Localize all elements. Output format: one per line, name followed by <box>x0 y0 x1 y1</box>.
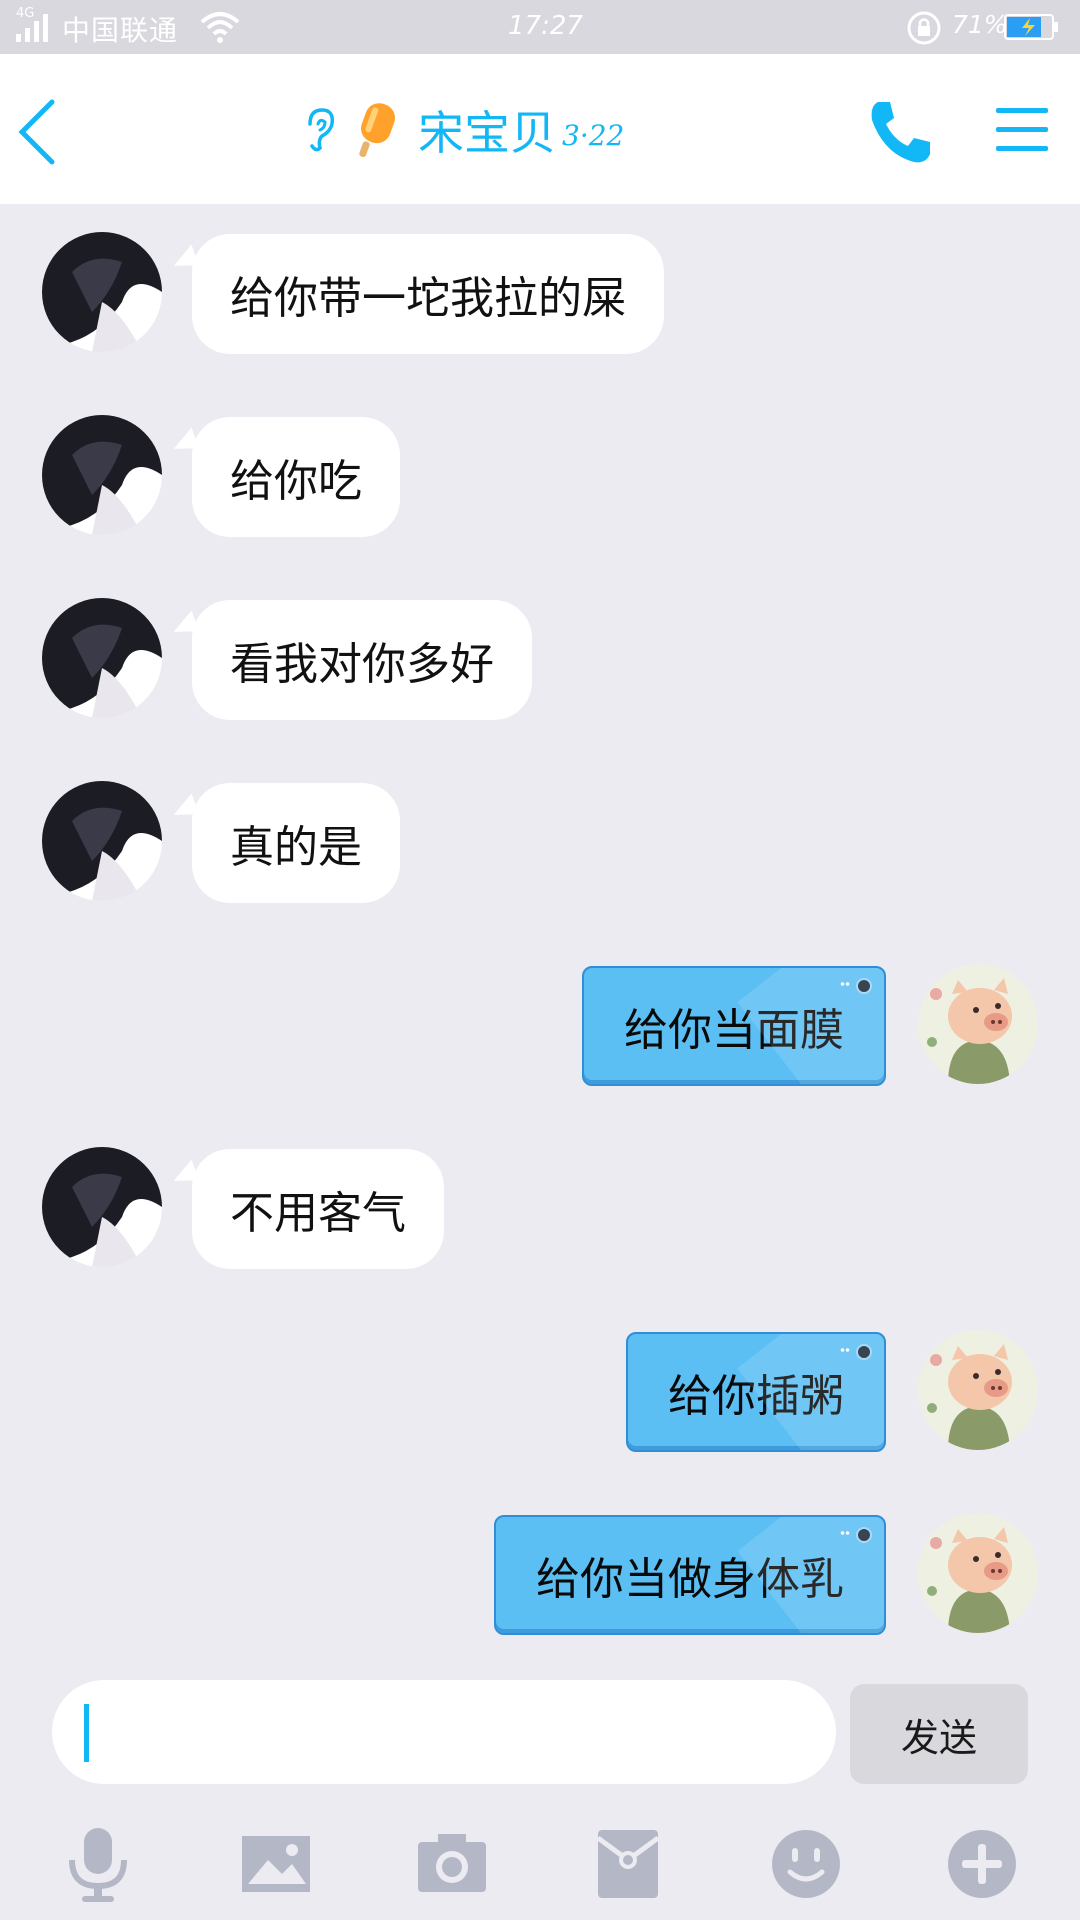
message-row: 给你当面膜 <box>0 964 1080 1088</box>
bubble-decoration <box>840 1531 850 1535</box>
contact-avatar[interactable] <box>42 781 162 901</box>
text-caret <box>84 1704 89 1762</box>
incoming-bubble[interactable]: 不用客气 <box>192 1149 444 1269</box>
contact-title[interactable]: 宋宝贝 3·22 <box>300 94 720 166</box>
message-list[interactable]: 给你带一坨我拉的屎 给你吃 看我对你多好 真的是 给你当面膜 不用客气 给你插粥… <box>0 204 1080 1664</box>
contact-avatar[interactable] <box>42 598 162 718</box>
phone-icon[interactable] <box>864 96 936 168</box>
bubble-decoration <box>840 982 850 986</box>
message-row: 给你插粥 <box>0 1330 1080 1454</box>
contact-tag: 3·22 <box>562 118 625 152</box>
bubble-decoration <box>856 1344 872 1360</box>
contact-name: 宋宝贝 <box>418 106 556 160</box>
carrier-name: 中国联通 <box>62 14 179 47</box>
incoming-bubble[interactable]: 给你吃 <box>192 417 400 537</box>
wifi-icon <box>200 12 240 43</box>
message-text: 给你插粥 <box>668 1371 844 1422</box>
bubble-decoration <box>856 978 872 994</box>
message-row: 真的是 <box>0 781 1080 905</box>
bubble-decoration <box>856 1527 872 1543</box>
send-button[interactable]: 发送 <box>850 1684 1028 1784</box>
emoji-icon[interactable] <box>766 1824 846 1904</box>
clock-time: 17:27 <box>508 11 583 41</box>
network-type: 4G <box>16 6 35 21</box>
ear-icon <box>308 108 335 152</box>
message-row: 给你吃 <box>0 415 1080 539</box>
message-row: 看我对你多好 <box>0 598 1080 722</box>
hamburger-menu-icon[interactable] <box>994 102 1050 158</box>
message-text: 给你当做身体乳 <box>536 1554 844 1605</box>
outgoing-bubble[interactable]: 给你当做身体乳 <box>494 1515 886 1635</box>
bubble-decoration <box>840 1348 850 1352</box>
input-area: 发送 <box>0 1664 1080 1920</box>
incoming-bubble[interactable]: 看我对你多好 <box>192 600 532 720</box>
chat-header: 宋宝贝 3·22 <box>0 54 1080 204</box>
self-avatar[interactable] <box>918 1513 1038 1633</box>
contact-avatar[interactable] <box>42 1147 162 1267</box>
outgoing-bubble[interactable]: 给你插粥 <box>626 1332 886 1452</box>
battery-percent: 71% <box>952 10 1008 39</box>
message-text: 给你当面膜 <box>624 1005 844 1056</box>
popsicle-icon <box>359 103 396 158</box>
message-row: 给你带一坨我拉的屎 <box>0 232 1080 356</box>
microphone-icon[interactable] <box>58 1824 138 1904</box>
self-avatar[interactable] <box>918 964 1038 1084</box>
image-icon[interactable] <box>236 1824 316 1904</box>
battery-charging-icon <box>1004 14 1058 40</box>
camera-icon[interactable] <box>412 1824 492 1904</box>
message-row: 不用客气 <box>0 1147 1080 1271</box>
rotation-lock-icon <box>907 11 941 45</box>
incoming-bubble[interactable]: 给你带一坨我拉的屎 <box>192 234 664 354</box>
outgoing-bubble[interactable]: 给你当面膜 <box>582 966 886 1086</box>
red-packet-icon[interactable] <box>588 1824 668 1904</box>
contact-avatar[interactable] <box>42 415 162 535</box>
input-toolbar <box>0 1814 1080 1920</box>
chevron-left-icon[interactable] <box>14 98 60 166</box>
plus-icon[interactable] <box>942 1824 1022 1904</box>
incoming-bubble[interactable]: 真的是 <box>192 783 400 903</box>
message-input[interactable] <box>52 1680 836 1784</box>
status-bar: 4G 中国联通 17:27 71% <box>0 0 1080 54</box>
contact-avatar[interactable] <box>42 232 162 352</box>
message-row: 给你当做身体乳 <box>0 1513 1080 1637</box>
self-avatar[interactable] <box>918 1330 1038 1450</box>
